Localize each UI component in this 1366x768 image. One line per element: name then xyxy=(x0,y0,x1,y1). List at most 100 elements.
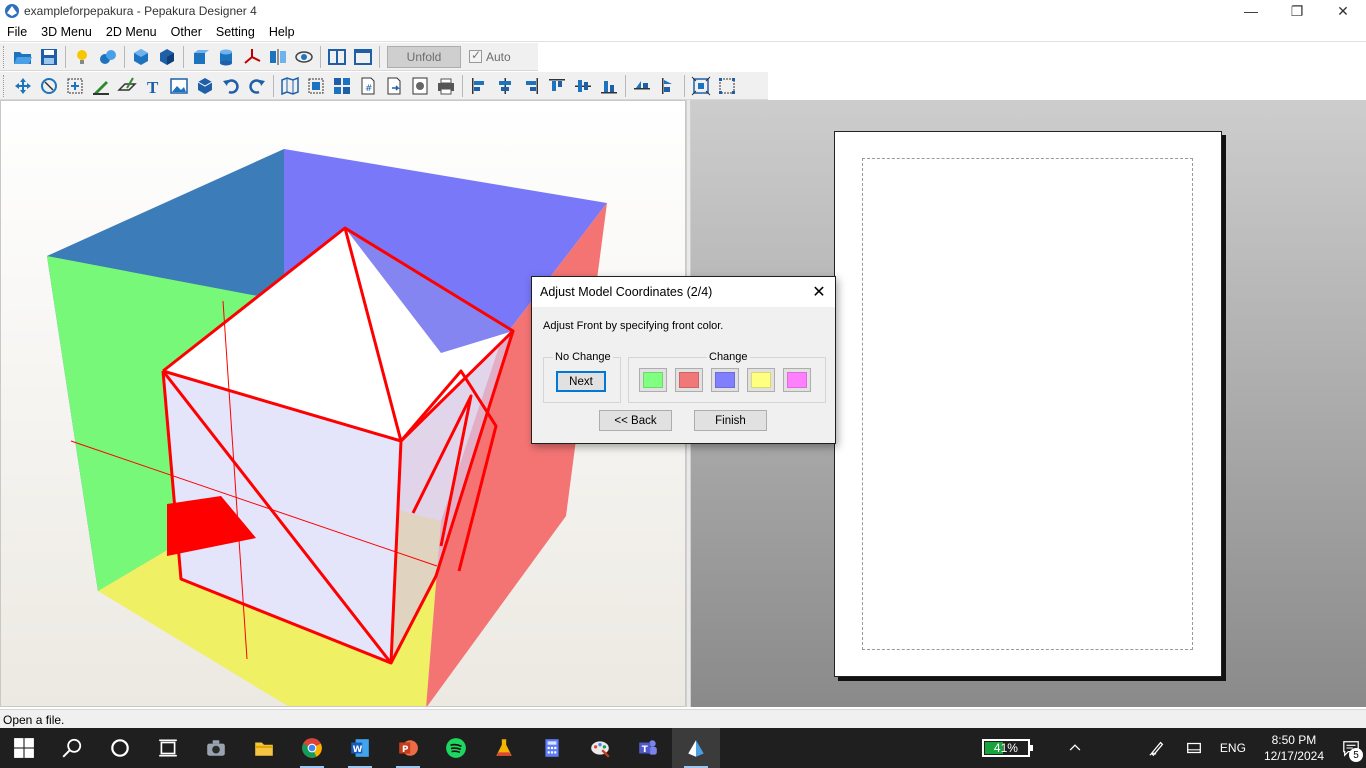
mirror-button[interactable] xyxy=(265,44,291,70)
dialog-close-icon[interactable]: ✕ xyxy=(803,277,835,307)
axis-button[interactable] xyxy=(239,44,265,70)
chrome-app[interactable] xyxy=(288,728,336,768)
color-swatch-magenta[interactable] xyxy=(783,368,811,392)
color-swatch-green[interactable] xyxy=(639,368,667,392)
align-center-button[interactable] xyxy=(492,73,518,99)
color-swatch-red[interactable] xyxy=(675,368,703,392)
texture-button[interactable] xyxy=(95,44,121,70)
word-icon: W xyxy=(351,739,369,757)
rotate-button[interactable] xyxy=(187,44,213,70)
align-left-icon xyxy=(472,77,484,94)
color-swatch-blue[interactable] xyxy=(711,368,739,392)
save-icon xyxy=(41,48,57,65)
clock-date: 12/17/2024 xyxy=(1263,749,1324,763)
battery-indicator[interactable]: 41% xyxy=(981,739,1033,757)
status-text: Open a file. xyxy=(3,712,65,727)
group-button[interactable] xyxy=(714,73,740,99)
split-view-button[interactable] xyxy=(324,44,350,70)
show-hide-button[interactable] xyxy=(291,44,317,70)
rotate-part-button[interactable] xyxy=(36,73,62,99)
distribute-vertical-button[interactable] xyxy=(655,73,681,99)
menu-bar: File 3D Menu 2D Menu Other Setting Help xyxy=(0,22,1366,42)
menu-help[interactable]: Help xyxy=(262,22,302,42)
view-model-button[interactable] xyxy=(128,44,154,70)
folder-open-icon xyxy=(14,51,32,64)
edge-edit-button[interactable] xyxy=(88,73,114,99)
join-edges-button[interactable] xyxy=(62,73,88,99)
paint-app[interactable] xyxy=(576,728,624,768)
flap-button[interactable] xyxy=(114,73,140,99)
swatch-fill xyxy=(643,372,663,388)
close-button[interactable]: ✕ xyxy=(1320,0,1366,22)
single-view-button[interactable] xyxy=(350,44,376,70)
select-all-button[interactable] xyxy=(303,73,329,99)
menu-setting[interactable]: Setting xyxy=(209,22,262,42)
align-left-button[interactable] xyxy=(466,73,492,99)
cylinder-button[interactable] xyxy=(213,44,239,70)
lab-app[interactable] xyxy=(480,728,528,768)
cortana-button[interactable] xyxy=(96,728,144,768)
windows-logo-icon xyxy=(14,738,34,758)
unfold-button[interactable]: Unfold xyxy=(387,45,461,68)
color-swatch-yellow[interactable] xyxy=(747,368,775,392)
next-button[interactable]: Next xyxy=(556,371,606,392)
word-app[interactable]: W xyxy=(336,728,384,768)
align-middle-button[interactable] xyxy=(570,73,596,99)
calculator-app[interactable] xyxy=(528,728,576,768)
svg-text:#: # xyxy=(365,84,373,94)
select-frame-icon xyxy=(308,78,324,93)
menu-other[interactable]: Other xyxy=(164,22,209,42)
undo-button[interactable] xyxy=(218,73,244,99)
network-button[interactable] xyxy=(1174,728,1214,768)
toolbar-grip[interactable] xyxy=(3,45,7,68)
arrange-button[interactable] xyxy=(329,73,355,99)
adjust-coordinates-dialog: Adjust Model Coordinates (2/4) ✕ Adjust … xyxy=(531,276,836,444)
menu-3d[interactable]: 3D Menu xyxy=(34,22,99,42)
redo-button[interactable] xyxy=(244,73,270,99)
pen-workspace-button[interactable] xyxy=(1140,728,1174,768)
align-bottom-button[interactable] xyxy=(596,73,622,99)
texture-part-button[interactable] xyxy=(192,73,218,99)
language-indicator[interactable]: ENG xyxy=(1220,741,1246,755)
text-button[interactable]: T xyxy=(140,73,166,99)
swatch-fill xyxy=(715,372,735,388)
pepakura-taskbar-app[interactable] xyxy=(672,728,720,768)
image-button[interactable] xyxy=(166,73,192,99)
fit-page-button[interactable] xyxy=(688,73,714,99)
align-bottom-icon xyxy=(601,80,617,93)
align-top-button[interactable] xyxy=(544,73,570,99)
select-move-button[interactable] xyxy=(10,73,36,99)
camera-app[interactable] xyxy=(192,728,240,768)
open-file-button[interactable] xyxy=(10,44,36,70)
start-button[interactable] xyxy=(0,728,48,768)
print-preview-button[interactable] xyxy=(407,73,433,99)
export-button[interactable] xyxy=(381,73,407,99)
spotify-app[interactable] xyxy=(432,728,480,768)
back-button[interactable]: << Back xyxy=(599,410,672,431)
teams-app[interactable]: T xyxy=(624,728,672,768)
cube-edit-icon xyxy=(160,48,174,65)
powerpoint-app[interactable]: P xyxy=(384,728,432,768)
task-view-button[interactable] xyxy=(144,728,192,768)
file-explorer-app[interactable] xyxy=(240,728,288,768)
search-button[interactable] xyxy=(48,728,96,768)
minimize-button[interactable]: — xyxy=(1228,0,1274,22)
page-number-button[interactable]: # xyxy=(355,73,381,99)
print-button[interactable] xyxy=(433,73,459,99)
restore-button[interactable]: ❐ xyxy=(1274,0,1320,22)
menu-2d[interactable]: 2D Menu xyxy=(99,22,164,42)
save-button[interactable] xyxy=(36,44,62,70)
auto-checkbox[interactable]: Auto xyxy=(469,48,511,64)
clock[interactable]: 8:50 PM 12/17/2024 xyxy=(1264,732,1324,764)
align-right-button[interactable] xyxy=(518,73,544,99)
unfold-map-button[interactable] xyxy=(277,73,303,99)
distribute-horizontal-button[interactable] xyxy=(629,73,655,99)
finish-button[interactable]: Finish xyxy=(694,410,767,431)
model-edit-button[interactable] xyxy=(154,44,180,70)
toolbar-grip-2[interactable] xyxy=(3,74,7,97)
tips-button[interactable] xyxy=(69,44,95,70)
show-hidden-icons-button[interactable] xyxy=(1060,728,1090,768)
menu-file[interactable]: File xyxy=(0,22,34,42)
swatch-fill xyxy=(679,372,699,388)
notification-center-button[interactable]: 5 xyxy=(1336,728,1366,768)
